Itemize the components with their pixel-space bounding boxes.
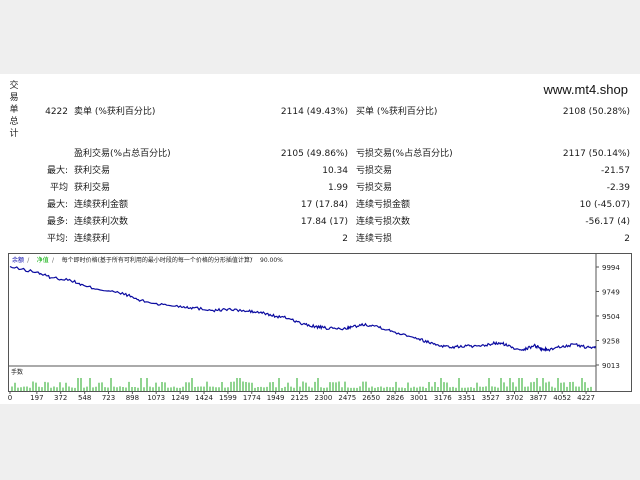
legend-item: 90.00% bbox=[260, 257, 283, 264]
x-tick-label: 898 bbox=[126, 394, 139, 402]
loss-value: -21.57 bbox=[600, 166, 630, 176]
x-tick-label: 2650 bbox=[362, 394, 380, 402]
x-tick-label: 2300 bbox=[315, 394, 333, 402]
label-char: 计 bbox=[9, 129, 19, 139]
legend-item: 每个即时价格(基于所有可利用的最小时段的每一个价格的分形插值计算) bbox=[62, 256, 253, 264]
x-tick-label: 197 bbox=[30, 394, 43, 402]
stat-row: 最大: 连续获利金额 17 (17.84) 连续亏损金额 10 (-45.07) bbox=[0, 197, 640, 214]
stat-row: 最多: 连续获利次数 17.84 (17) 连续亏损次数 -56.17 (4) bbox=[0, 214, 640, 231]
buy-value: 2108 (50.28%) bbox=[562, 107, 630, 117]
loss-value: -2.39 bbox=[606, 183, 630, 193]
win-value: 2 bbox=[342, 234, 348, 244]
y-tick-label: 9749 bbox=[602, 288, 620, 296]
row-prefix: 平均 bbox=[49, 183, 68, 193]
label-char: 交 bbox=[9, 81, 19, 91]
loss-label: 连续亏损次数 bbox=[356, 217, 411, 227]
row-prefix: 平均: bbox=[46, 234, 68, 244]
x-tick-label: 2826 bbox=[386, 394, 404, 402]
win-label: 盈利交易(%占总百分比) bbox=[74, 149, 171, 159]
row-prefix: 最多: bbox=[46, 217, 68, 227]
y-tick-label: 9013 bbox=[602, 362, 620, 370]
stat-row: 平均 获利交易 1.99 亏损交易 -2.39 bbox=[0, 180, 640, 197]
win-label: 连续获利 bbox=[74, 234, 111, 244]
row-prefix: 最大: bbox=[46, 200, 68, 210]
win-label: 连续获利金额 bbox=[74, 200, 129, 210]
bottom-background bbox=[0, 404, 640, 480]
x-tick-label: 3527 bbox=[482, 394, 500, 402]
win-value: 17.84 (17) bbox=[300, 217, 348, 227]
win-value: 17 (17.84) bbox=[300, 200, 348, 210]
sell-label: 卖单 (%获利百分比) bbox=[74, 107, 156, 117]
win-label: 获利交易 bbox=[74, 166, 111, 176]
total-trades: 4222 bbox=[45, 107, 68, 117]
x-tick-label: 372 bbox=[54, 394, 67, 402]
x-tick-label: 3351 bbox=[458, 394, 476, 402]
x-tick-label: 4052 bbox=[553, 394, 571, 402]
win-value: 1.99 bbox=[327, 183, 348, 193]
stat-row: 盈利交易(%占总百分比) 2105 (49.86%) 亏损交易(%占总百分比) 211… bbox=[0, 146, 640, 163]
loss-value: 2 bbox=[624, 234, 630, 244]
win-label: 获利交易 bbox=[74, 183, 111, 193]
buy-label: 买单 (%获利百分比) bbox=[356, 107, 438, 117]
loss-value: -56.17 (4) bbox=[585, 217, 630, 227]
sell-value: 2114 (49.43%) bbox=[280, 107, 348, 117]
loss-label: 连续亏损 bbox=[356, 234, 393, 244]
volume-label: 手数 bbox=[11, 368, 23, 376]
chart-svg: 余额 / 净值 / 每个即时价格(基于所有可利用的最小时段的每一个价格的分形插值计算)/… bbox=[8, 253, 632, 402]
win-label: 连续获利次数 bbox=[74, 217, 129, 227]
brand-watermark: www.mt4.shop bbox=[543, 82, 628, 97]
x-tick-label: 3176 bbox=[434, 394, 452, 402]
chart-frame bbox=[8, 253, 632, 392]
y-tick-label: 9258 bbox=[602, 338, 620, 346]
loss-label: 亏损交易 bbox=[356, 183, 393, 193]
loss-label: 亏损交易 bbox=[356, 166, 393, 176]
label-char: 易 bbox=[9, 93, 19, 103]
x-tick-label: 2475 bbox=[338, 394, 356, 402]
stat-row: 平均: 连续获利 2 连续亏损 2 bbox=[0, 231, 640, 248]
x-tick-label: 4227 bbox=[577, 394, 595, 402]
x-tick-label: 1073 bbox=[147, 394, 165, 402]
x-tick-label: 1774 bbox=[243, 394, 261, 402]
loss-value: 2117 (50.14%) bbox=[562, 149, 630, 159]
win-value: 10.34 bbox=[322, 166, 348, 176]
equity-chart: 余额 / 净值 / 每个即时价格(基于所有可利用的最小时段的每一个价格的分形插值计算) /… bbox=[8, 253, 632, 403]
win-value: 2105 (49.86%) bbox=[280, 149, 348, 159]
legend-item: 净值 bbox=[37, 256, 49, 264]
x-tick-label: 1599 bbox=[219, 394, 237, 402]
x-tick-label: 2125 bbox=[291, 394, 309, 402]
summary-row: 4222 卖单 (%获利百分比) 2114 (49.43%) 买单 (%获利百分… bbox=[0, 104, 640, 121]
top-background bbox=[0, 0, 640, 74]
x-tick-label: 3877 bbox=[529, 394, 547, 402]
x-tick-label: 1949 bbox=[267, 394, 285, 402]
legend-item: 余额 bbox=[12, 256, 24, 264]
loss-label: 连续亏损金额 bbox=[356, 200, 411, 210]
x-tick-label: 1249 bbox=[171, 394, 189, 402]
y-tick-label: 9994 bbox=[602, 264, 620, 272]
stat-row: 最大: 获利交易 10.34 亏损交易 -21.57 bbox=[0, 163, 640, 180]
x-tick-label: 548 bbox=[78, 394, 91, 402]
x-tick-label: 3001 bbox=[410, 394, 428, 402]
y-tick-label: 9504 bbox=[602, 313, 620, 321]
x-tick-label: 1424 bbox=[195, 394, 213, 402]
x-tick-label: 0 bbox=[8, 394, 12, 402]
loss-label: 亏损交易(%占总百分比) bbox=[356, 149, 453, 159]
x-tick-label: 3702 bbox=[506, 394, 524, 402]
loss-value: 10 (-45.07) bbox=[579, 200, 630, 210]
row-prefix: 最大: bbox=[46, 166, 68, 176]
x-tick-label: 723 bbox=[102, 394, 115, 402]
